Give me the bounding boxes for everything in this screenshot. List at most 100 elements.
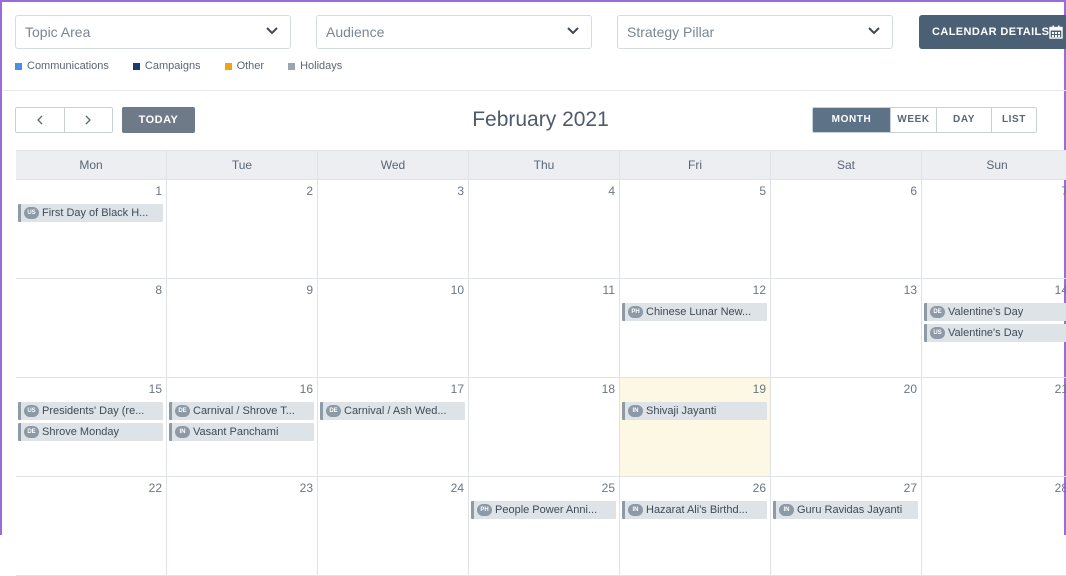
event-chip[interactable]: DE Valentine's Day [924,303,1066,321]
day-cell[interactable]: 17 DE Carnival / Ash Wed... [318,378,469,476]
view-day-button[interactable]: DAY [936,108,991,132]
event-chip[interactable]: US First Day of Black H... [18,204,163,222]
event-label: Presidents' Day (re... [42,405,145,417]
day-cell[interactable]: 12 PH Chinese Lunar New... [620,279,771,377]
day-cell[interactable]: 1 US First Day of Black H... [16,180,167,278]
day-number[interactable]: 16 [300,382,313,396]
legend-item: Holidays [288,60,342,72]
next-button[interactable] [63,108,113,132]
event-label: Chinese Lunar New... [646,306,752,318]
calendar-details-button[interactable]: CALENDAR DETAILS [919,15,1066,49]
day-cell[interactable]: 2 [167,180,318,278]
day-cell[interactable]: 20 [771,378,922,476]
day-number[interactable]: 10 [451,283,464,297]
calendar-icon [1049,25,1063,39]
weekday-sat: Sat [771,151,922,179]
topic-area-label: Topic Area [25,24,91,40]
day-number[interactable]: 9 [306,283,313,297]
day-number[interactable]: 18 [602,382,615,396]
country-badge-icon: IN [628,504,643,516]
day-cell[interactable]: 3 [318,180,469,278]
chevron-right-icon [85,115,92,125]
event-chip[interactable]: PH Chinese Lunar New... [622,303,767,321]
day-number[interactable]: 22 [149,481,162,495]
day-number[interactable]: 4 [608,184,615,198]
day-cell[interactable]: 26 IN Hazarat Ali's Birthd... [620,477,771,575]
chevron-left-icon [36,115,43,125]
day-cell[interactable]: 4 [469,180,620,278]
day-number[interactable]: 6 [910,184,917,198]
day-cell[interactable]: 8 [16,279,167,377]
view-month-button[interactable]: MONTH [813,108,890,132]
day-cell[interactable]: 13 [771,279,922,377]
day-number[interactable]: 21 [1055,382,1066,396]
event-chip[interactable]: IN Hazarat Ali's Birthd... [622,501,767,519]
chevron-down-icon [567,27,579,35]
day-cell[interactable]: 24 [318,477,469,575]
today-button[interactable]: TODAY [122,107,195,133]
event-chip[interactable]: IN Guru Ravidas Jayanti [773,501,918,519]
day-cell[interactable]: 15 US Presidents' Day (re... DE Shrove Monda… [16,378,167,476]
country-badge-icon: IN [779,504,794,516]
day-number[interactable]: 8 [155,283,162,297]
day-cell[interactable]: 14 DE Valentine's Day US Valentine's Day [922,279,1066,377]
day-cell-today[interactable]: 19 IN Shivaji Jayanti [620,378,771,476]
audience-select[interactable]: Audience [316,15,592,49]
calendar-grid: Mon Tue Wed Thu Fri Sat Sun 1 US First Day of Bl… [16,150,1066,576]
day-cell[interactable]: 7 [922,180,1066,278]
event-chip[interactable]: US Presidents' Day (re... [18,402,163,420]
event-chip[interactable]: IN Shivaji Jayanti [622,402,767,420]
view-list-button[interactable]: LIST [991,108,1036,132]
prev-button[interactable] [16,108,64,132]
day-number[interactable]: 17 [451,382,464,396]
day-number[interactable]: 26 [753,481,766,495]
day-number[interactable]: 7 [1061,184,1066,198]
day-number[interactable]: 5 [759,184,766,198]
day-number[interactable]: 12 [753,283,766,297]
event-chip[interactable]: IN Vasant Panchami [169,423,314,441]
day-number[interactable]: 13 [904,283,917,297]
day-number[interactable]: 28 [1055,481,1066,495]
day-cell[interactable]: 22 [16,477,167,575]
topic-area-select[interactable]: Topic Area [15,15,291,49]
day-number[interactable]: 19 [753,382,766,396]
day-cell[interactable]: 11 [469,279,620,377]
day-cell[interactable]: 16 DE Carnival / Shrove T... IN Vasant Panch… [167,378,318,476]
event-label: Valentine's Day [948,306,1024,318]
week-row: 22 23 24 25 PH People Power Anni... 26 IN Hazara… [16,477,1066,576]
day-number[interactable]: 25 [602,481,615,495]
event-chip[interactable]: DE Carnival / Shrove T... [169,402,314,420]
day-cell[interactable]: 23 [167,477,318,575]
day-number[interactable]: 11 [603,283,615,297]
day-cell[interactable]: 6 [771,180,922,278]
day-number[interactable]: 1 [155,184,162,198]
day-number[interactable]: 15 [149,382,162,396]
day-number[interactable]: 23 [300,481,313,495]
day-number[interactable]: 24 [451,481,464,495]
day-number[interactable]: 20 [904,382,917,396]
legend-label: Communications [27,60,109,72]
event-chip[interactable]: DE Carnival / Ash Wed... [320,402,465,420]
event-chip[interactable]: DE Shrove Monday [18,423,163,441]
view-week-button[interactable]: WEEK [890,108,936,132]
day-cell[interactable]: 25 PH People Power Anni... [469,477,620,575]
country-badge-icon: DE [24,426,39,438]
event-label: Shrove Monday [42,426,120,438]
day-cell[interactable]: 10 [318,279,469,377]
strategy-pillar-select[interactable]: Strategy Pillar [617,15,893,49]
day-cell[interactable]: 28 [922,477,1066,575]
event-label: Carnival / Shrove T... [193,405,295,417]
event-chip[interactable]: US Valentine's Day [924,324,1066,342]
day-number[interactable]: 3 [457,184,464,198]
day-number[interactable]: 2 [306,184,313,198]
audience-label: Audience [326,24,385,40]
event-chip[interactable]: PH People Power Anni... [471,501,616,519]
day-cell[interactable]: 27 IN Guru Ravidas Jayanti [771,477,922,575]
day-cell[interactable]: 21 [922,378,1066,476]
event-label: Vasant Panchami [193,426,279,438]
day-cell[interactable]: 9 [167,279,318,377]
day-cell[interactable]: 18 [469,378,620,476]
day-number[interactable]: 27 [904,481,917,495]
day-number[interactable]: 14 [1055,283,1066,297]
day-cell[interactable]: 5 [620,180,771,278]
